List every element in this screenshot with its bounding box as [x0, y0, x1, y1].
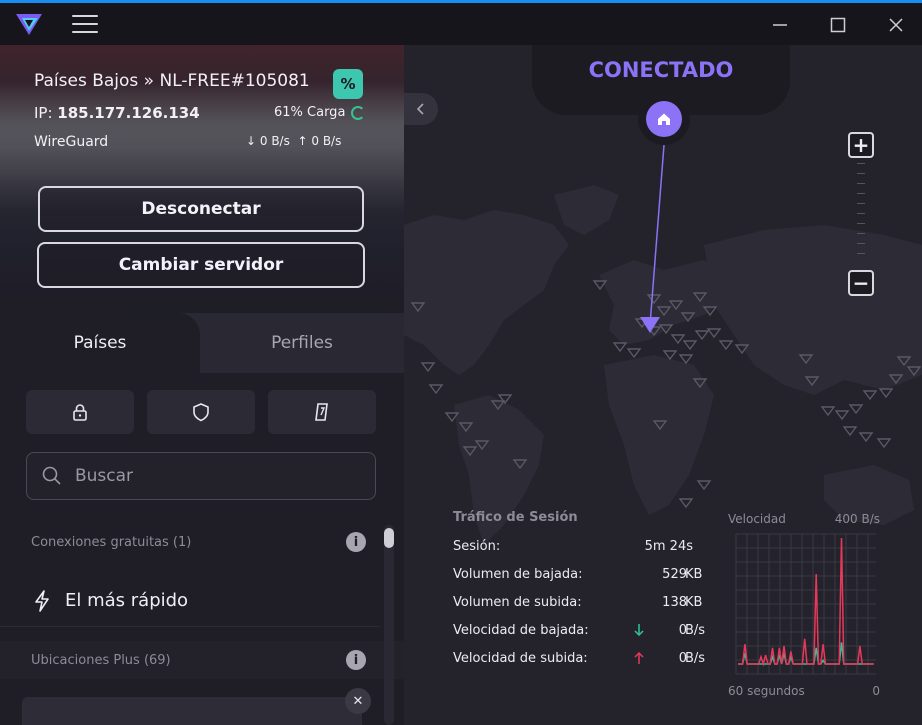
app-logo-icon[interactable]: [14, 11, 44, 37]
server-load: 61% Carga: [274, 105, 366, 120]
chart-x-start-label: 60 segundos: [728, 684, 805, 698]
world-map[interactable]: CONECTADO + − Tráfico de Sesión Sesión: …: [404, 45, 922, 725]
search-field[interactable]: [26, 452, 376, 500]
stat-download-speed: Velocidad de bajada: 0 B/s: [453, 623, 706, 638]
home-location-button[interactable]: [638, 93, 690, 145]
zoom-out-button[interactable]: −: [848, 270, 874, 296]
filter-p2p-button[interactable]: [268, 390, 376, 434]
title-bar: [0, 3, 922, 45]
chart-x-end-label: 0: [872, 684, 880, 698]
collapse-sidebar-button[interactable]: [404, 93, 438, 125]
promo-card[interactable]: [22, 697, 362, 725]
shield-icon: [193, 403, 209, 422]
tab-bar: Países Perfiles: [0, 313, 404, 373]
chevron-left-icon: [416, 103, 424, 115]
scrollbar-thumb[interactable]: [384, 528, 394, 548]
speed-chart-plot: [735, 533, 876, 675]
tab-profiles[interactable]: Perfiles: [200, 313, 404, 373]
promo-close-icon[interactable]: ✕: [345, 688, 371, 714]
minimize-button[interactable]: [760, 10, 800, 40]
ip-address: IP: 185.177.126.134: [34, 104, 200, 122]
home-icon: [658, 113, 670, 125]
free-connections-header: Conexiones gratuitas (1) i: [0, 523, 380, 561]
menu-icon[interactable]: [72, 15, 98, 35]
change-server-button[interactable]: Cambiar servidor: [37, 242, 365, 288]
server-name: Países Bajos » NL-FREE#105081: [34, 71, 310, 91]
list-scrollbar[interactable]: [384, 525, 394, 725]
info-icon[interactable]: i: [346, 650, 366, 670]
discount-tag-icon[interactable]: %: [333, 69, 363, 99]
info-icon[interactable]: i: [346, 532, 366, 552]
close-button[interactable]: [876, 10, 916, 40]
filter-netshield-button[interactable]: [147, 390, 255, 434]
zoom-in-button[interactable]: +: [848, 132, 874, 158]
search-icon: [42, 466, 61, 485]
filter-secure-core-button[interactable]: [26, 390, 134, 434]
session-traffic-title: Tráfico de Sesión: [453, 510, 578, 525]
load-ring-icon: [351, 105, 366, 120]
zoom-slider[interactable]: [857, 163, 865, 267]
fastest-server-item[interactable]: El más rápido: [0, 575, 380, 627]
chart-max-label: 400 B/s: [834, 512, 880, 526]
plus-locations-header: Ubicaciones Plus (69) i: [0, 641, 404, 679]
minimize-icon: [773, 24, 787, 26]
maximize-icon: [830, 17, 846, 33]
arrow-up-icon: [634, 651, 644, 664]
arrow-down-icon: [634, 624, 644, 637]
disconnect-button[interactable]: Desconectar: [38, 186, 364, 232]
connection-status: CONECTADO: [588, 58, 734, 82]
lock-icon: [73, 404, 87, 421]
stat-session: Sesión: 5m 24s: [453, 539, 693, 554]
p2p-icon: [315, 403, 328, 421]
sidebar: Países Bajos » NL-FREE#105081 % IP: 185.…: [0, 45, 404, 725]
protocol-label: WireGuard: [34, 134, 109, 150]
speed-chart: Velocidad 400 B/s 60 segundos 0: [728, 510, 880, 710]
tab-countries[interactable]: Países: [0, 313, 200, 373]
session-traffic-panel: Tráfico de Sesión Sesión: 5m 24s Volumen…: [453, 510, 723, 679]
search-input[interactable]: [75, 466, 355, 486]
stat-download-volume: Volumen de bajada: 529 KB: [453, 567, 703, 582]
stat-upload-volume: Volumen de subida: 138 KB: [453, 595, 703, 610]
lightning-icon: [35, 589, 49, 612]
chart-title: Velocidad: [728, 512, 786, 526]
maximize-button[interactable]: [818, 10, 858, 40]
stat-upload-speed: Velocidad de subida: 0 B/s: [453, 651, 706, 666]
close-icon: [889, 18, 903, 32]
transfer-speeds: ↓ 0 B/s ↑ 0 B/s: [246, 134, 342, 148]
